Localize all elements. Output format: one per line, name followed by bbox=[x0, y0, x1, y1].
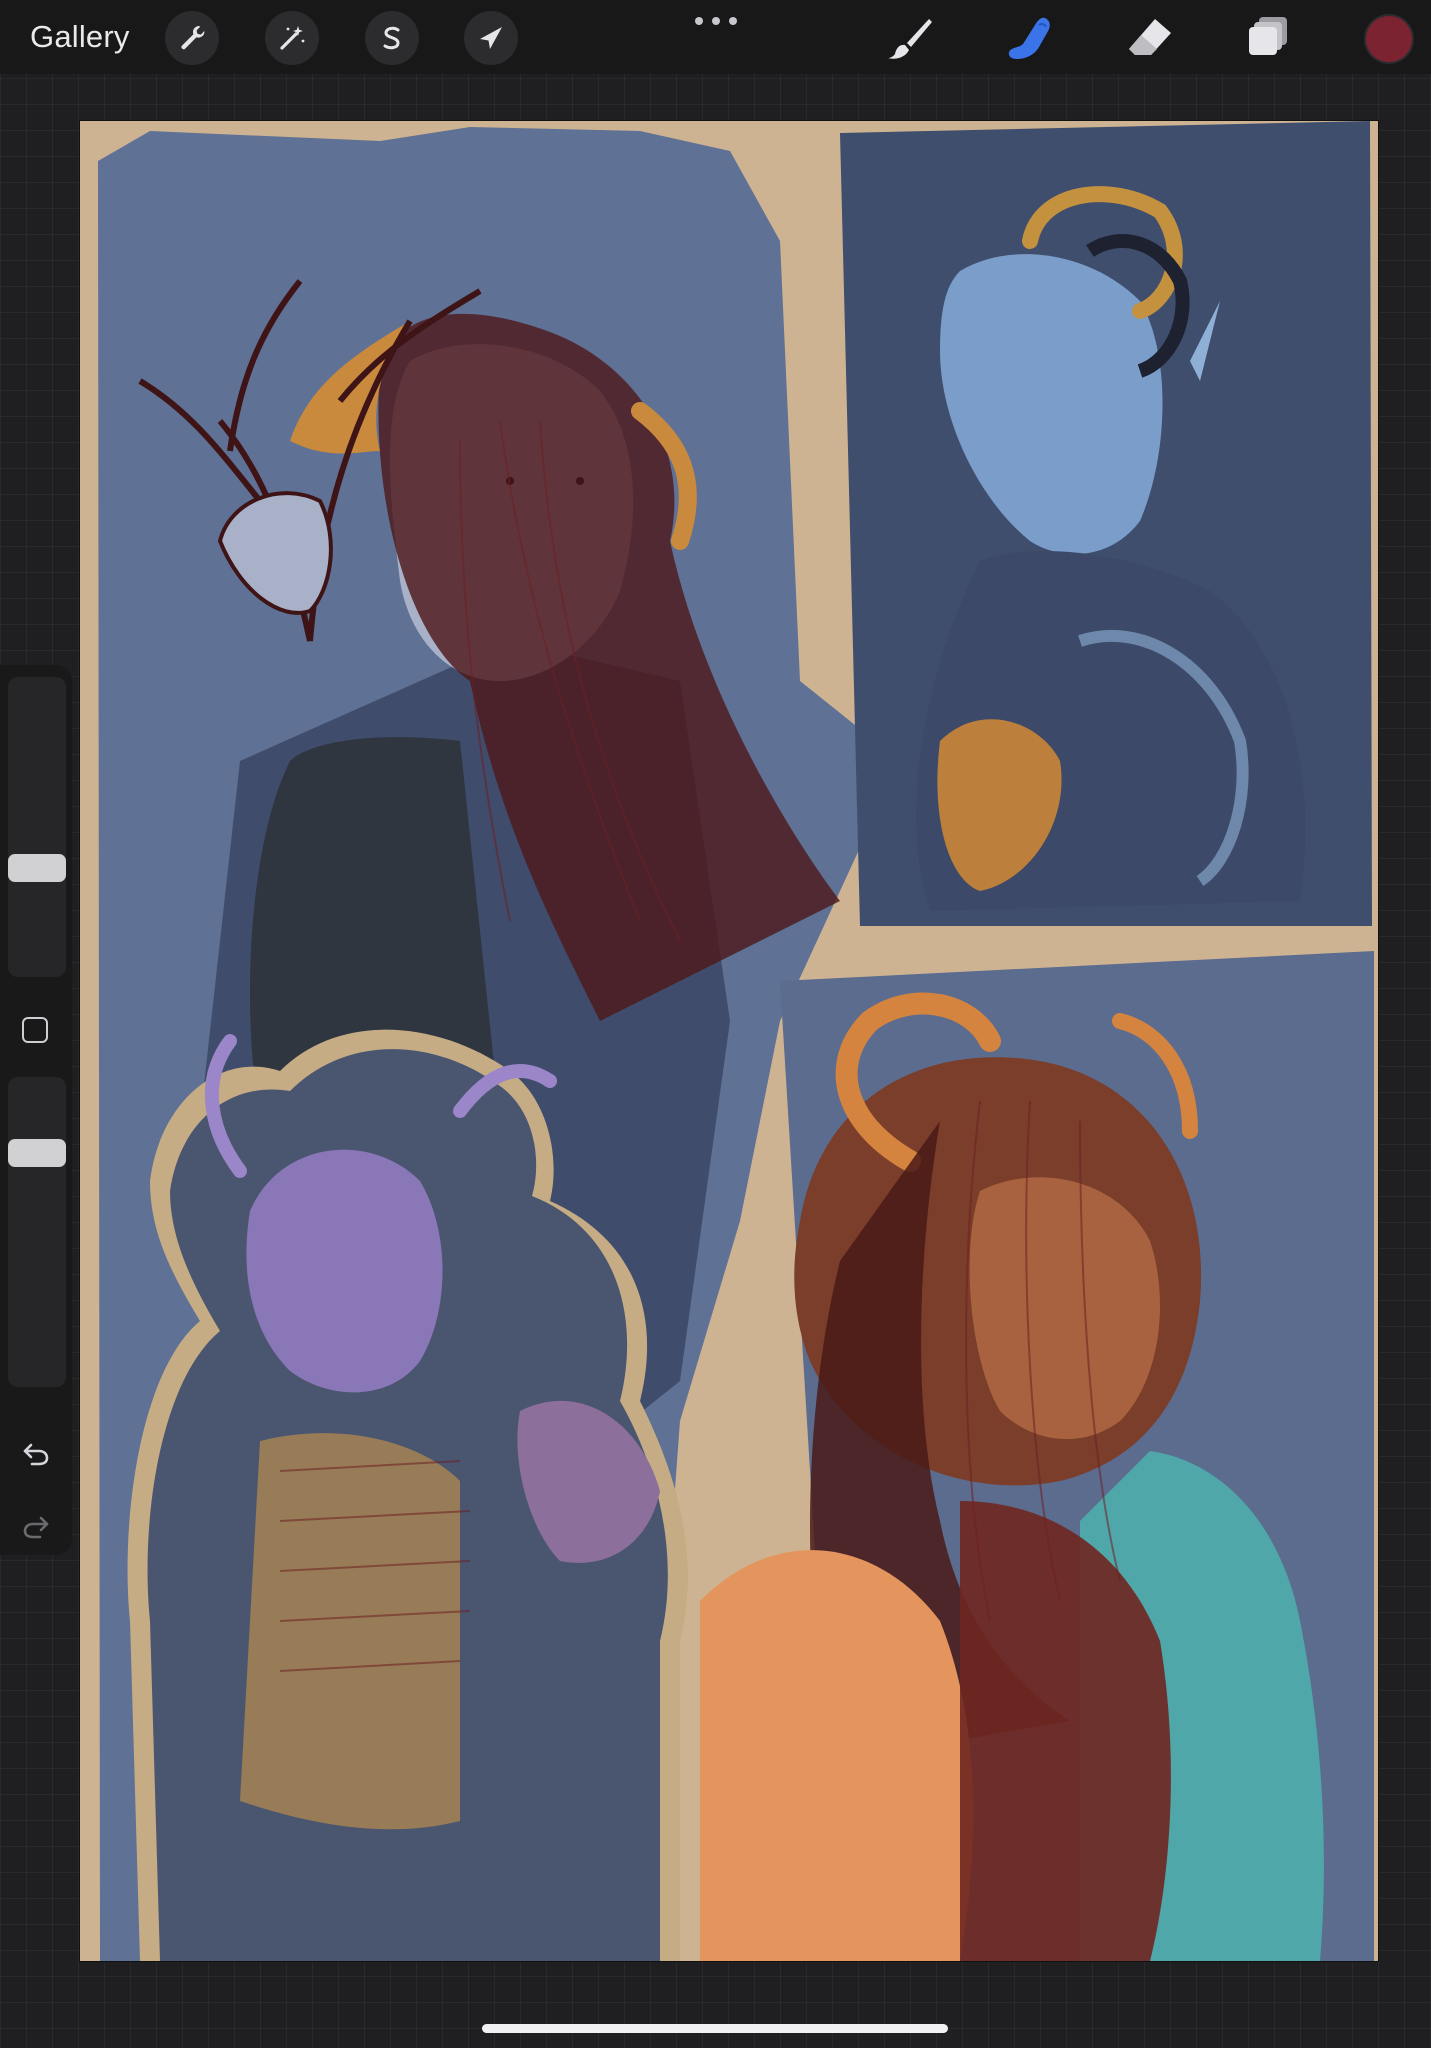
selection-button[interactable] bbox=[365, 11, 419, 65]
smudge-tool-button[interactable] bbox=[1002, 10, 1058, 66]
layers-icon bbox=[1249, 17, 1287, 55]
smudge-finger-icon bbox=[1008, 17, 1050, 59]
artwork bbox=[98, 121, 1374, 1961]
arrow-cursor-icon bbox=[480, 27, 502, 49]
brush-size-thumb[interactable] bbox=[8, 854, 66, 882]
home-indicator[interactable] bbox=[482, 2024, 948, 2033]
redo-icon bbox=[23, 1516, 49, 1539]
color-picker-button[interactable] bbox=[1366, 16, 1412, 62]
adjustments-button[interactable] bbox=[265, 11, 319, 65]
brush-icon bbox=[888, 19, 932, 59]
opacity-thumb[interactable] bbox=[8, 1139, 66, 1167]
selection-s-icon bbox=[383, 26, 400, 50]
layers-button[interactable] bbox=[1240, 10, 1296, 66]
modify-button[interactable] bbox=[22, 1017, 48, 1043]
eraser-icon bbox=[1129, 19, 1171, 55]
left-sidebar bbox=[0, 665, 72, 1555]
more-options-button[interactable] bbox=[695, 14, 737, 28]
actions-button[interactable] bbox=[165, 11, 219, 65]
ellipsis-icon bbox=[695, 17, 703, 25]
brush-size-slider[interactable] bbox=[8, 677, 66, 977]
drawing-canvas[interactable] bbox=[80, 121, 1378, 1961]
transform-button[interactable] bbox=[464, 11, 518, 65]
opacity-slider[interactable] bbox=[8, 1077, 66, 1387]
wrench-icon bbox=[181, 25, 205, 50]
redo-button[interactable] bbox=[18, 1508, 54, 1544]
eraser-tool-button[interactable] bbox=[1122, 10, 1178, 66]
undo-icon bbox=[23, 1443, 49, 1466]
undo-button[interactable] bbox=[18, 1435, 54, 1471]
magic-wand-icon bbox=[280, 26, 305, 50]
gallery-button[interactable]: Gallery bbox=[30, 16, 130, 58]
top-toolbar: Gallery bbox=[0, 0, 1431, 74]
brush-tool-button[interactable] bbox=[882, 10, 938, 66]
